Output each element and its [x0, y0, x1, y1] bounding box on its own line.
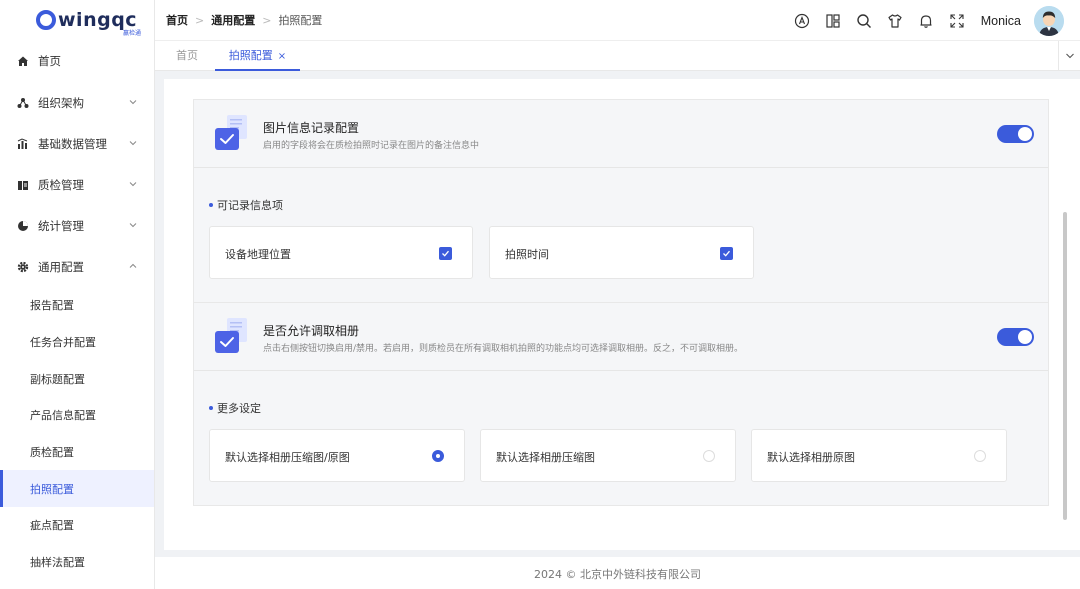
option-album-compressed-or-original[interactable]: 默认选择相册压缩图/原图 [209, 429, 465, 482]
section-title-more-settings: 更多设定 [209, 400, 261, 416]
chevron-down-icon [129, 100, 137, 105]
chevron-down-icon [129, 141, 137, 146]
sidebar-item-label: 组织架构 [38, 95, 84, 110]
org-icon [16, 96, 30, 110]
chevron-down-icon [129, 223, 137, 228]
bullet-dot-icon [209, 203, 213, 207]
sidebar-item-label: 基础数据管理 [38, 136, 107, 151]
option-album-original[interactable]: 默认选择相册原图 [751, 429, 1007, 482]
sidebar-subitem-subtitle-config[interactable]: 副标题配置 [0, 360, 154, 397]
option-label: 默认选择相册压缩图/原图 [225, 451, 350, 464]
option-photo-time[interactable]: 拍照时间 [489, 226, 754, 279]
album-config-header: 是否允许调取相册 点击右侧按钮切换启用/禁用。若启用，则质检员在所有调取相机拍照… [194, 303, 1048, 371]
photo-info-config-panel: 图片信息记录配置 启用的字段将会在质检拍照时记录在图片的备注信息中 可记录信息项… [193, 99, 1049, 303]
sidebar-item-label: 首页 [38, 54, 61, 68]
tab-label: 拍照配置 [228, 49, 273, 62]
page-footer: 2024 © 北京中外链科技有限公司 [155, 557, 1080, 589]
logo-mark-icon [36, 10, 56, 30]
sidebar-submenu: 报告配置 任务合并配置 副标题配置 产品信息配置 质检配置 拍照配置 疵点配置 … [0, 287, 154, 581]
option-label: 默认选择相册压缩图 [496, 451, 595, 464]
tab-photo-config[interactable]: 拍照配置 × [215, 41, 300, 71]
radio-selected-icon[interactable] [432, 450, 444, 462]
sidebar-subitem-defect-config[interactable]: 疵点配置 [0, 507, 154, 544]
sidebar-item-basedata[interactable]: 基础数据管理 [0, 123, 154, 164]
bullet-dot-icon [209, 406, 213, 410]
option-device-location[interactable]: 设备地理位置 [209, 226, 473, 279]
username[interactable]: Monica [981, 14, 1021, 28]
sidebar-item-stats[interactable]: 统计管理 [0, 205, 154, 246]
section-title-text: 可记录信息项 [217, 199, 283, 212]
album-toggle[interactable] [997, 328, 1034, 346]
sidebar-item-general-config[interactable]: 通用配置 [0, 246, 154, 287]
fullscreen-icon[interactable] [948, 12, 966, 30]
home-icon [16, 54, 30, 68]
chevron-up-icon [129, 263, 137, 268]
checkbox-checked-icon[interactable] [720, 247, 733, 260]
breadcrumb-home[interactable]: 首页 [166, 12, 188, 28]
avatar[interactable] [1034, 5, 1064, 36]
translate-icon[interactable] [793, 12, 811, 30]
album-config-desc: 点击右侧按钮切换启用/禁用。若启用，则质检员在所有调取相机拍照的功能点均可选择调… [263, 344, 744, 354]
breadcrumb-general-config[interactable]: 通用配置 [211, 12, 255, 28]
radio-unselected-icon[interactable] [974, 450, 986, 462]
top-header: 首页 > 通用配置 > 拍照配置 Monica [155, 0, 1080, 41]
breadcrumb-photo-config: 拍照配置 [278, 14, 323, 27]
sidebar-item-label: 统计管理 [38, 218, 84, 233]
option-label: 默认选择相册原图 [767, 451, 855, 464]
section-title-recordable-items: 可记录信息项 [209, 197, 283, 213]
section-title-text: 更多设定 [217, 402, 261, 415]
option-album-compressed[interactable]: 默认选择相册压缩图 [480, 429, 736, 482]
album-config-title: 是否允许调取相册 [263, 324, 360, 338]
sidebar-subitem-report-config[interactable]: 报告配置 [0, 287, 154, 324]
logo-text: wingqc 赢检通 [58, 9, 142, 37]
breadcrumb-separator-icon: > [262, 13, 272, 27]
chevron-down-icon [129, 182, 137, 187]
content-scrollbar[interactable] [1063, 212, 1067, 520]
gear-icon [16, 260, 30, 274]
qc-icon [16, 178, 30, 192]
tab-label: 首页 [176, 49, 198, 62]
close-icon[interactable]: × [278, 51, 286, 62]
option-label: 拍照时间 [505, 248, 549, 261]
bell-icon[interactable] [917, 12, 935, 30]
layout-icon[interactable] [824, 12, 842, 30]
pie-icon [16, 219, 30, 233]
option-label: 设备地理位置 [225, 248, 291, 261]
sidebar-item-label: 质检管理 [38, 177, 84, 192]
shirt-icon[interactable] [886, 12, 904, 30]
album-config-panel: 是否允许调取相册 点击右侧按钮切换启用/禁用。若启用，则质检员在所有调取相机拍照… [193, 302, 1049, 506]
tab-home[interactable]: 首页 [165, 41, 209, 71]
sidebar-subitem-product-info-config[interactable]: 产品信息配置 [0, 397, 154, 434]
photo-info-config-desc: 启用的字段将会在质检拍照时记录在图片的备注信息中 [263, 141, 480, 151]
breadcrumb-separator-icon: > [195, 13, 205, 27]
data-icon [16, 137, 30, 151]
sidebar-subitem-photo-config[interactable]: 拍照配置 [0, 470, 154, 508]
tabs-dropdown-button[interactable] [1058, 41, 1080, 71]
breadcrumb: 首页 > 通用配置 > 拍照配置 [155, 12, 322, 28]
search-icon[interactable] [855, 12, 873, 30]
logo-subtext: 赢检通 [123, 30, 142, 37]
page-tabs: 首页 拍照配置 × [155, 41, 1080, 71]
document-check-icon [215, 115, 247, 150]
sidebar-item-label: 通用配置 [38, 259, 84, 274]
sidebar-subitem-qc-config[interactable]: 质检配置 [0, 434, 154, 471]
sidebar-item-home[interactable]: 首页 [0, 40, 154, 82]
sidebar-subitem-sampling-config[interactable]: 抽样法配置 [0, 544, 154, 581]
app-logo[interactable]: wingqc 赢检通 [0, 0, 154, 40]
document-check-icon [215, 318, 247, 353]
photo-info-toggle[interactable] [997, 125, 1034, 143]
sidebar-item-qc[interactable]: 质检管理 [0, 164, 154, 205]
sidebar-subitem-task-merge-config[interactable]: 任务合并配置 [0, 324, 154, 361]
radio-unselected-icon[interactable] [703, 450, 715, 462]
chevron-down-icon [1065, 53, 1074, 59]
photo-info-config-title: 图片信息记录配置 [263, 121, 360, 135]
sidebar-item-org[interactable]: 组织架构 [0, 82, 154, 123]
checkbox-checked-icon[interactable] [439, 247, 452, 260]
copyright-text: 2024 © 北京中外链科技有限公司 [534, 568, 701, 581]
sidebar: wingqc 赢检通 首页 组织架构 基础数据管理 质检管理 统计管理 通用配置… [0, 0, 155, 589]
photo-info-config-header: 图片信息记录配置 启用的字段将会在质检拍照时记录在图片的备注信息中 [194, 100, 1048, 168]
